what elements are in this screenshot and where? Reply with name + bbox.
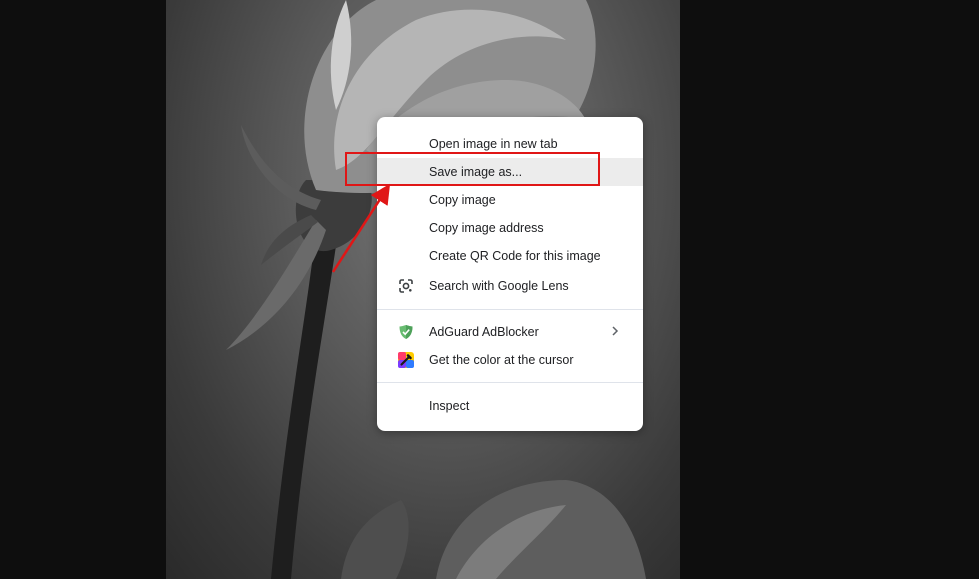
color-picker-icon (397, 351, 415, 369)
menu-item-get-color-at-cursor[interactable]: Get the color at the cursor (377, 346, 643, 374)
menu-separator (377, 309, 643, 310)
menu-item-inspect[interactable]: Inspect (377, 392, 643, 420)
menu-item-label: Inspect (429, 399, 470, 413)
annotation-highlight-box (345, 152, 600, 186)
menu-item-label: Create QR Code for this image (429, 249, 601, 263)
menu-item-search-google-lens[interactable]: Search with Google Lens (377, 272, 643, 300)
menu-item-label: Search with Google Lens (429, 279, 569, 293)
menu-item-label: Get the color at the cursor (429, 353, 574, 367)
menu-item-label: Copy image address (429, 221, 544, 235)
menu-item-copy-image[interactable]: Copy image (377, 186, 643, 214)
menu-separator (377, 382, 643, 383)
menu-item-label: Open image in new tab (429, 137, 558, 151)
adguard-shield-icon (397, 323, 415, 341)
menu-item-label: AdGuard AdBlocker (429, 325, 539, 339)
menu-item-copy-image-address[interactable]: Copy image address (377, 214, 643, 242)
menu-item-label: Copy image (429, 193, 496, 207)
menu-item-create-qr-code[interactable]: Create QR Code for this image (377, 242, 643, 270)
chevron-right-icon (611, 325, 619, 339)
menu-item-adguard-adblocker[interactable]: AdGuard AdBlocker (377, 318, 643, 346)
google-lens-icon (397, 277, 415, 295)
